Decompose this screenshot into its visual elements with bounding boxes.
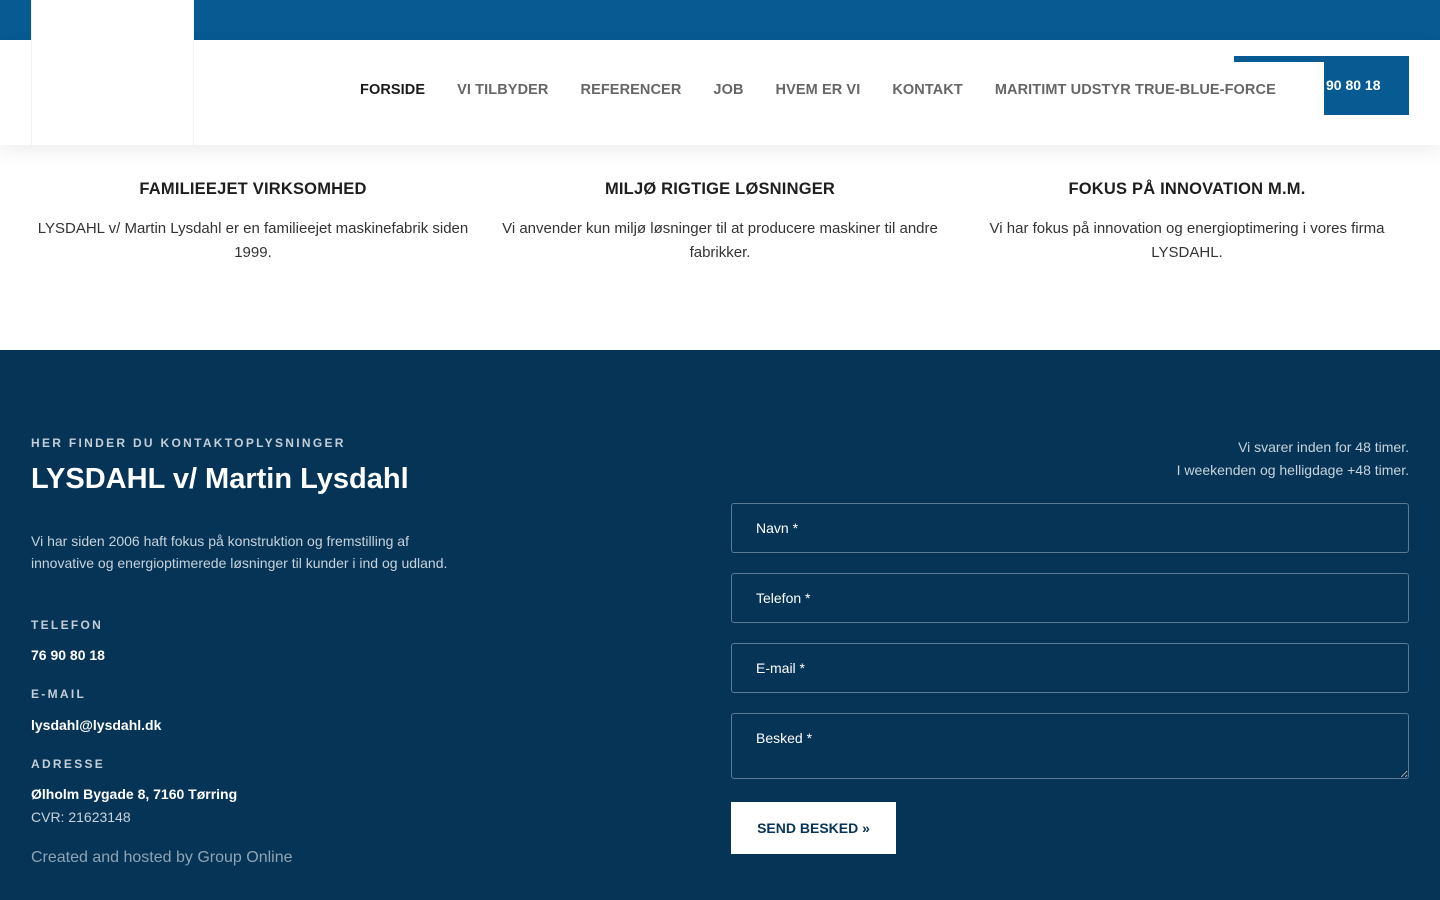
email-input[interactable] <box>731 643 1409 693</box>
address-label: ADRESSE <box>31 757 106 771</box>
feature-environment: MILJØ RIGTIGE LØSNINGER Vi anvender kun … <box>498 180 942 265</box>
email-value[interactable]: lysdahl@lysdahl.dk <box>31 717 161 733</box>
response-notice-weekday: Vi svarer inden for 48 timer. <box>1238 439 1409 455</box>
address-value: Ølholm Bygade 8, 7160 Tørring <box>31 786 238 802</box>
nav-item-vi-tilbyder[interactable]: VI TILBYDER <box>457 82 548 98</box>
nav-item-forside[interactable]: FORSIDE <box>360 82 425 98</box>
send-message-button[interactable]: SEND BESKED » <box>731 802 896 854</box>
contact-footer: HER FINDER DU KONTAKTOPLYSNINGER LYSDAHL… <box>0 350 1440 900</box>
logo-area[interactable] <box>31 0 194 145</box>
nav-item-kontakt[interactable]: KONTAKT <box>892 82 963 98</box>
nav-item-hvem-er-vi[interactable]: HVEM ER VI <box>776 82 861 98</box>
feature-title: FAMILIEEJET VIRKSOMHED <box>139 180 367 198</box>
response-notice: Vi svarer inden for 48 timer. I weekende… <box>1177 436 1409 482</box>
nav-item-job[interactable]: JOB <box>713 82 743 98</box>
hosting-credit-link[interactable]: Created and hosted by Group Online <box>31 849 293 867</box>
header-phone-number: 90 80 18 <box>1326 77 1381 93</box>
feature-text: Vi anvender kun miljø løsninger til at p… <box>502 220 938 261</box>
top-bar <box>0 0 1440 40</box>
company-description: Vi har siden 2006 haft fokus på konstruk… <box>31 533 448 571</box>
phone-value[interactable]: 76 90 80 18 <box>31 647 105 663</box>
message-textarea[interactable] <box>731 713 1409 779</box>
email-label: E-MAIL <box>31 687 87 701</box>
feature-text: Vi har fokus på innovation og energiopti… <box>989 220 1385 261</box>
features-section: FAMILIEEJET VIRKSOMHED LYSDAHL v/ Martin… <box>0 145 1440 350</box>
feature-title: MILJØ RIGTIGE LØSNINGER <box>604 180 836 198</box>
feature-innovation: FOKUS PÅ INNOVATION M.M. Vi har fokus på… <box>965 180 1409 265</box>
nav-item-maritimt-udstyr[interactable]: MARITIMT UDSTYR TRUE-BLUE-FORCE <box>995 82 1276 98</box>
phone-input[interactable] <box>731 573 1409 623</box>
main-navigation: FORSIDE VI TILBYDER REFERENCER JOB HVEM … <box>360 82 1308 98</box>
company-title: LYSDAHL v/ Martin Lysdahl <box>31 463 409 495</box>
phone-label: TELEFON <box>31 618 104 632</box>
feature-family-owned: FAMILIEEJET VIRKSOMHED LYSDAHL v/ Martin… <box>31 180 475 265</box>
contact-kicker: HER FINDER DU KONTAKTOPLYSNINGER <box>31 436 346 450</box>
cvr-number: CVR: 21623148 <box>31 809 131 825</box>
response-notice-weekend: I weekenden og helligdage +48 timer. <box>1176 462 1409 478</box>
feature-title: FOKUS PÅ INNOVATION M.M. <box>1068 180 1306 198</box>
name-input[interactable] <box>731 503 1409 553</box>
feature-text: LYSDAHL v/ Martin Lysdahl er en familiee… <box>37 220 469 261</box>
nav-item-referencer[interactable]: REFERENCER <box>581 82 682 98</box>
